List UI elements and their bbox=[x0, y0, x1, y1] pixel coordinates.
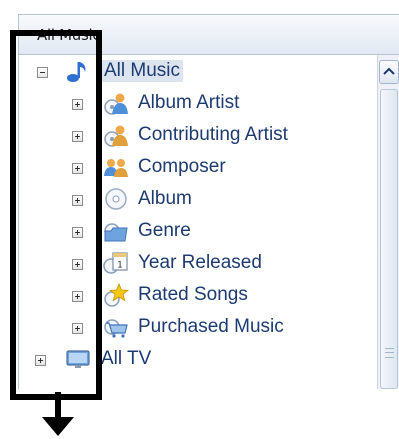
album-disc-icon bbox=[105, 188, 127, 210]
scrollbar-thumb[interactable] bbox=[380, 89, 398, 389]
star-icon bbox=[104, 283, 129, 307]
tree-node-label: Genre bbox=[138, 220, 191, 241]
contributing-artist-icon bbox=[104, 125, 128, 147]
tree-node-label: Contributing Artist bbox=[138, 124, 288, 145]
genre-folder-icon bbox=[104, 223, 128, 242]
tree-node-label: Composer bbox=[138, 156, 226, 177]
annotation-highlight-box bbox=[10, 30, 102, 400]
shopping-cart-icon bbox=[104, 319, 128, 338]
tree-node-label: Year Released bbox=[138, 252, 262, 273]
album-artist-icon bbox=[104, 93, 128, 115]
tree-node-label: All TV bbox=[101, 348, 152, 369]
chevron-up-icon bbox=[383, 67, 395, 75]
composer-icon bbox=[104, 159, 128, 177]
scrollbar-grip-icon bbox=[385, 348, 394, 358]
tree-node-label: Album bbox=[138, 188, 192, 209]
tree-node-label: Album Artist bbox=[138, 92, 240, 113]
calendar-icon: 1 bbox=[103, 252, 128, 274]
tree-node-label: Rated Songs bbox=[138, 284, 248, 305]
tree-node-label: All Music bbox=[101, 60, 184, 82]
tree-node-label: Purchased Music bbox=[138, 316, 284, 337]
vertical-scrollbar[interactable] bbox=[377, 55, 399, 389]
scroll-up-button[interactable] bbox=[379, 60, 399, 84]
down-arrow-icon bbox=[42, 392, 74, 436]
svg-text:1: 1 bbox=[117, 261, 123, 271]
